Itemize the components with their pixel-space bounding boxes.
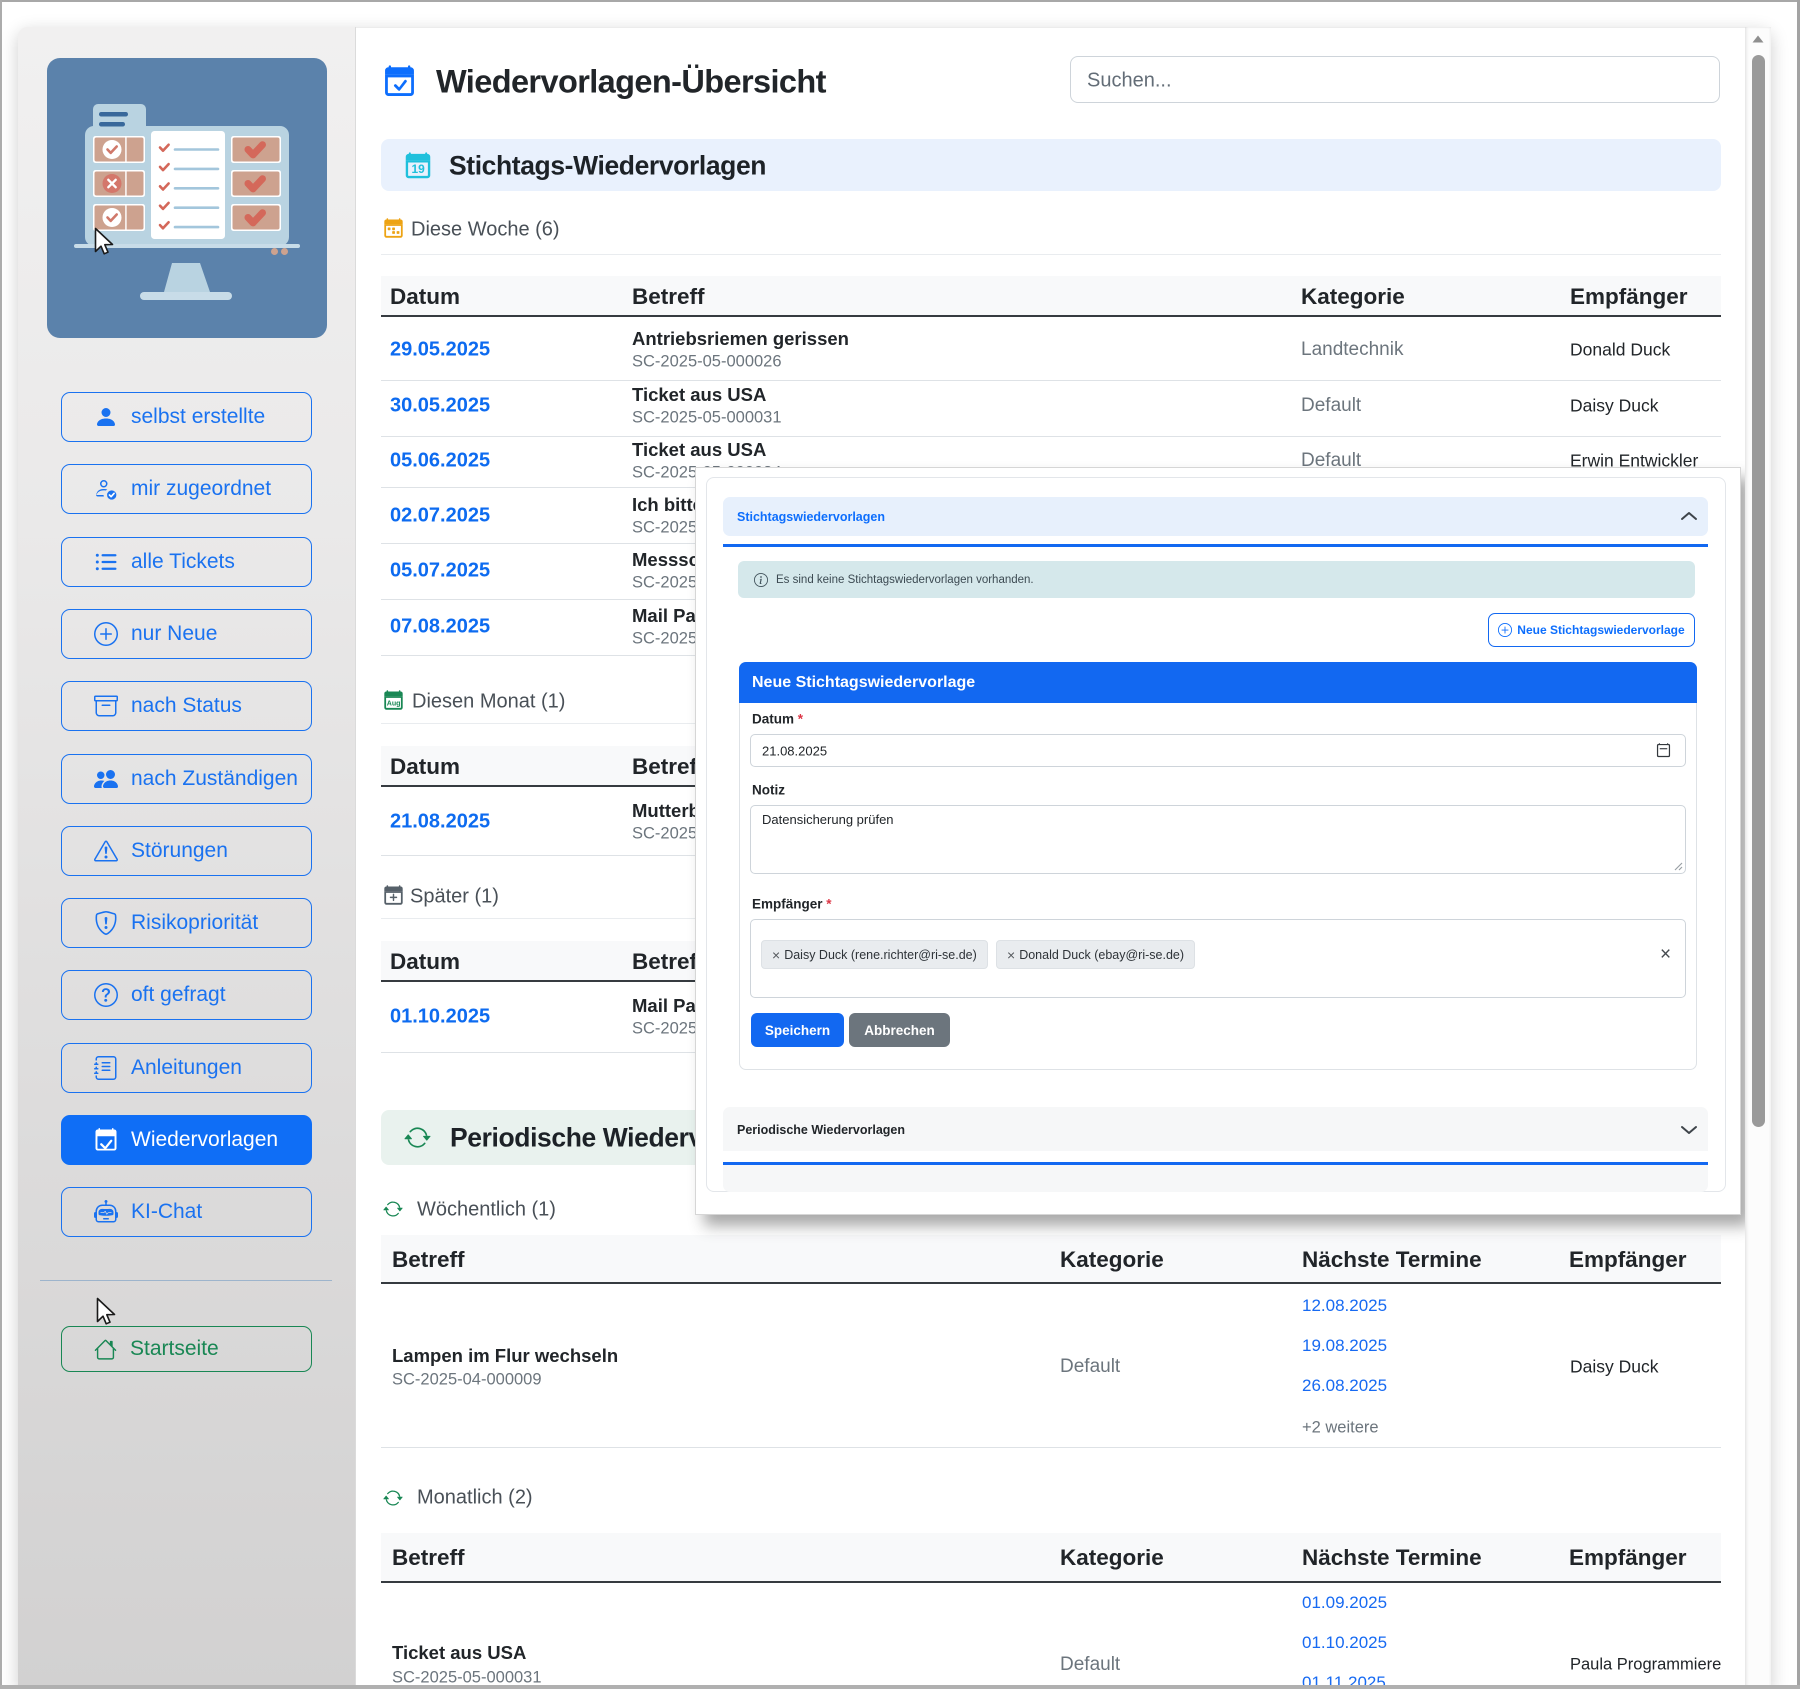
svg-text:19: 19 [412, 162, 426, 176]
svg-text:Aug: Aug [387, 700, 401, 708]
